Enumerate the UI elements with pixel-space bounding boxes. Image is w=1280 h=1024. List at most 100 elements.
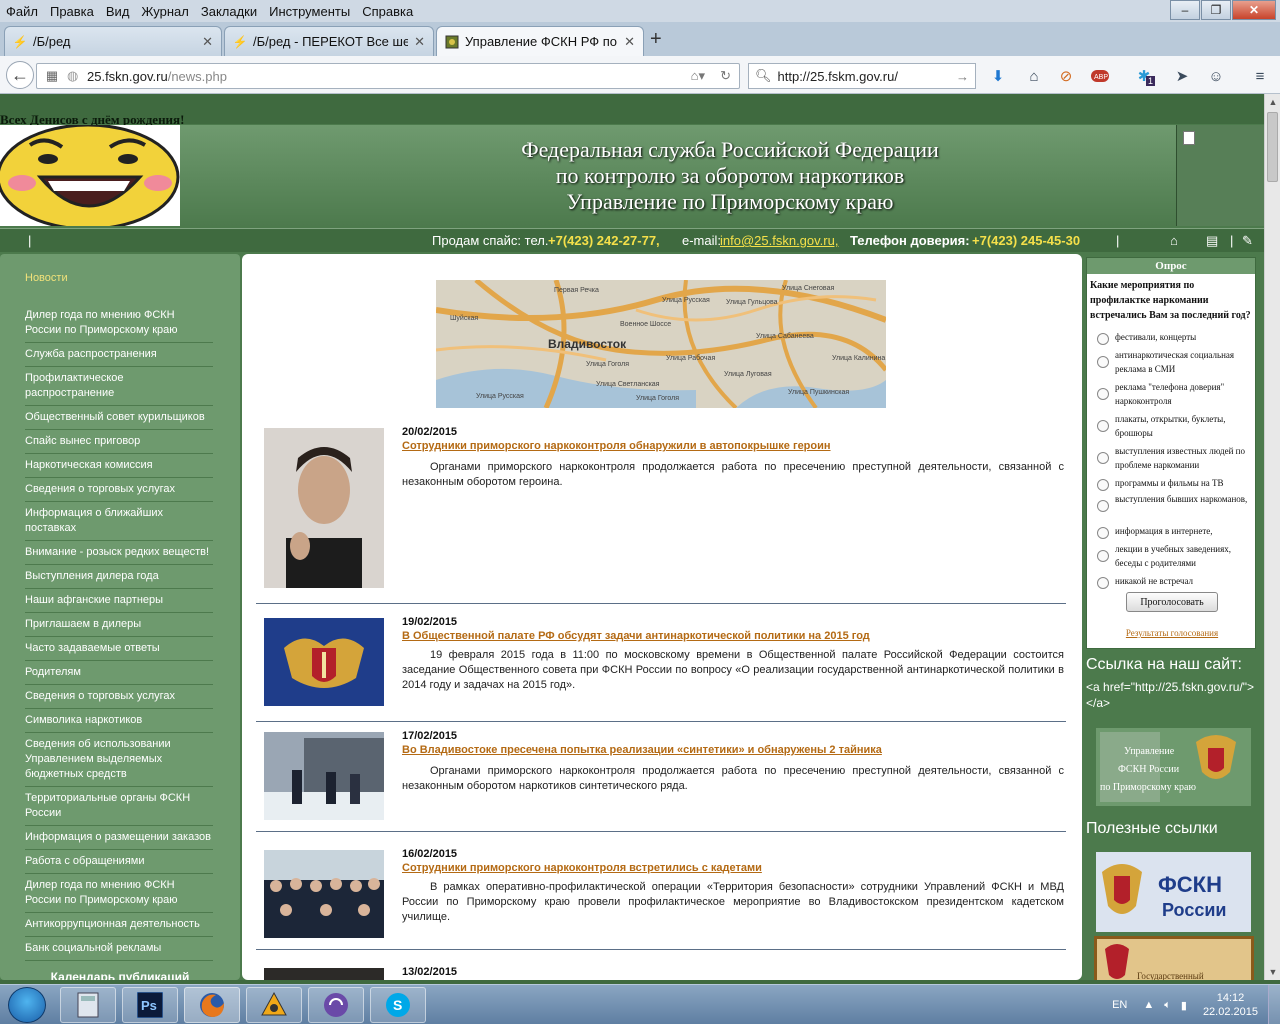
nav-item[interactable]: Дилер года по мнению ФСКН России по Прим…	[25, 304, 213, 343]
radio-button[interactable]	[1097, 577, 1109, 589]
nav-item[interactable]: Внимание - розыск редких веществ!	[25, 541, 213, 565]
chat-icon[interactable]: ☺	[1206, 66, 1226, 86]
tab-1[interactable]: ⚡ /Б/ред ✕	[4, 26, 222, 56]
download-icon[interactable]: ⬇	[988, 66, 1008, 86]
news-title-link[interactable]: Во Владивостоке пресечена попытка реализ…	[402, 744, 1064, 756]
news-photo-truck[interactable]	[264, 732, 384, 820]
menu-item[interactable]: Вид	[100, 4, 136, 19]
nav-item[interactable]: Служба распространения	[25, 343, 213, 367]
sitemap-icon[interactable]: ▤	[1206, 233, 1218, 249]
nav-item[interactable]: Спайс вынес приговор	[25, 430, 213, 454]
url-field[interactable]: ▦ ◍ 25.fskn.gov.ru/news.php ⌂▾ ↻	[36, 63, 740, 89]
document-icon[interactable]	[1183, 131, 1195, 145]
fskn-russia-banner[interactable]: ФСКН России	[1096, 852, 1251, 932]
photoshop-app-icon[interactable]: Ps	[122, 987, 178, 1023]
search-field[interactable]: 🔍︎ http://25.fskm.gov.ru/ →	[748, 63, 976, 89]
nav-item[interactable]: Сведения об использовании Управлением вы…	[25, 733, 213, 787]
news-photo-emblem[interactable]	[264, 618, 384, 706]
nav-item[interactable]: Сведения о торговых услугах	[25, 478, 213, 502]
adblock-icon[interactable]: ABP	[1088, 66, 1114, 86]
nav-item[interactable]: Сведения о торговых услугах	[25, 685, 213, 709]
menu-item[interactable]: Закладки	[195, 4, 263, 19]
media-app-icon[interactable]	[308, 987, 364, 1023]
new-tab-icon[interactable]: +	[650, 28, 662, 51]
radio-button[interactable]	[1097, 527, 1109, 539]
news-photo-man[interactable]	[264, 428, 384, 588]
network-icon[interactable]: ▮	[1181, 999, 1187, 1012]
daemon-tools-app-icon[interactable]	[246, 987, 302, 1023]
go-arrow-icon[interactable]: →	[956, 69, 969, 84]
firefox-app-icon[interactable]	[184, 987, 240, 1023]
home-bookmark-icon[interactable]: ⌂▾	[691, 68, 705, 84]
show-hidden-icons[interactable]: ▲	[1143, 999, 1154, 1011]
news-photo-cadets[interactable]	[264, 850, 384, 938]
nav-item[interactable]: Выступления дилера года	[25, 565, 213, 589]
nav-item[interactable]: Информация о размещении заказов	[25, 826, 213, 850]
send-icon[interactable]: ➤	[1172, 66, 1192, 86]
nav-item[interactable]: Дилер года по мнению ФСКН России по Прим…	[25, 874, 213, 913]
scroll-thumb[interactable]	[1267, 112, 1278, 182]
radio-button[interactable]	[1097, 452, 1109, 464]
edit-icon[interactable]: ✎	[1242, 233, 1253, 249]
block-icon[interactable]: ⊘	[1056, 66, 1076, 86]
close-tab-icon[interactable]: ✕	[624, 34, 635, 50]
menu-item[interactable]: Журнал	[135, 4, 194, 19]
nav-item[interactable]: Наркотическая комиссия	[25, 454, 213, 478]
back-icon[interactable]: ←	[6, 61, 34, 89]
close-tab-icon[interactable]: ✕	[414, 34, 425, 50]
radio-button[interactable]	[1097, 479, 1109, 491]
calculator-app-icon[interactable]	[60, 987, 116, 1023]
nav-item[interactable]: Информация о ближайших поставках	[25, 502, 213, 541]
volume-icon[interactable]: 🔈︎	[1164, 999, 1171, 1012]
news-photo[interactable]	[264, 968, 384, 980]
nav-item[interactable]: Родителям	[25, 661, 213, 685]
vertical-scrollbar[interactable]: ▲ ▼	[1264, 94, 1280, 980]
vote-button[interactable]: Проголосовать	[1126, 592, 1218, 612]
nav-item[interactable]: Банк социальной рекламы	[25, 937, 213, 961]
show-desktop-button[interactable]	[1268, 985, 1280, 1024]
email-link[interactable]: info@25.fskn.gov.ru,	[720, 233, 838, 248]
radio-button[interactable]	[1097, 550, 1109, 562]
tab-2[interactable]: ⚡ /Б/ред - ПЕРЕКОТ Все ше... ✕	[224, 26, 434, 56]
nav-item[interactable]: Приглашаем в дилеры	[25, 613, 213, 637]
smiley-logo[interactable]	[0, 123, 180, 231]
maximize-button[interactable]: ❐	[1201, 0, 1231, 20]
clock[interactable]: 14:12 22.02.2015	[1203, 991, 1258, 1019]
tab-3[interactable]: Управление ФСКН РФ по ... ✕	[436, 26, 644, 56]
close-tab-icon[interactable]: ✕	[202, 34, 213, 50]
radio-button[interactable]	[1097, 356, 1109, 368]
radio-button[interactable]	[1097, 420, 1109, 432]
scroll-up-icon[interactable]: ▲	[1265, 94, 1280, 110]
radio-button[interactable]	[1097, 333, 1109, 345]
news-title-link[interactable]: Сотрудники приморского наркоконтроля вст…	[402, 862, 1064, 874]
news-title-link[interactable]: Сотрудники приморского наркоконтроля обн…	[402, 440, 1064, 452]
fskn-primorye-banner[interactable]: Управление ФСКН России по Приморскому кр…	[1096, 728, 1251, 806]
language-indicator[interactable]: EN	[1112, 999, 1127, 1011]
home-icon[interactable]: ⌂	[1170, 233, 1178, 248]
radio-button[interactable]	[1097, 500, 1109, 512]
close-window-button[interactable]: ✕	[1232, 0, 1276, 20]
reload-icon[interactable]: ↻	[720, 68, 731, 84]
nav-item[interactable]: Часто задаваемые ответы	[25, 637, 213, 661]
nav-item[interactable]: Символика наркотиков	[25, 709, 213, 733]
addon-icon[interactable]: ✱ 1	[1134, 66, 1156, 86]
nav-title-news[interactable]: Новости	[25, 272, 68, 284]
radio-button[interactable]	[1097, 388, 1109, 400]
nav-item[interactable]: Работа с обращениями	[25, 850, 213, 874]
nav-item[interactable]: Территориальные органы ФСКН России	[25, 787, 213, 826]
menu-item[interactable]: Инструменты	[263, 4, 356, 19]
minimize-button[interactable]: –	[1170, 0, 1200, 20]
menu-item[interactable]: Правка	[44, 4, 100, 19]
home-icon[interactable]: ⌂	[1024, 66, 1044, 86]
city-map[interactable]: Владивосток Первая Речка Улица Снеговая …	[436, 280, 886, 408]
poll-results-link[interactable]: Результаты голосования	[1087, 628, 1257, 638]
nav-item[interactable]: Профилактическое распространение	[25, 367, 213, 406]
hamburger-menu-icon[interactable]: ≡	[1250, 66, 1270, 86]
skype-app-icon[interactable]: S	[370, 987, 426, 1023]
state-committee-banner[interactable]: Государственный	[1094, 936, 1254, 980]
menu-item[interactable]: Справка	[356, 4, 419, 19]
nav-item[interactable]: Антикоррупционная деятельность	[25, 913, 213, 937]
nav-item[interactable]: Наши афганские партнеры	[25, 589, 213, 613]
start-button[interactable]	[8, 987, 46, 1023]
scroll-down-icon[interactable]: ▼	[1265, 964, 1280, 980]
